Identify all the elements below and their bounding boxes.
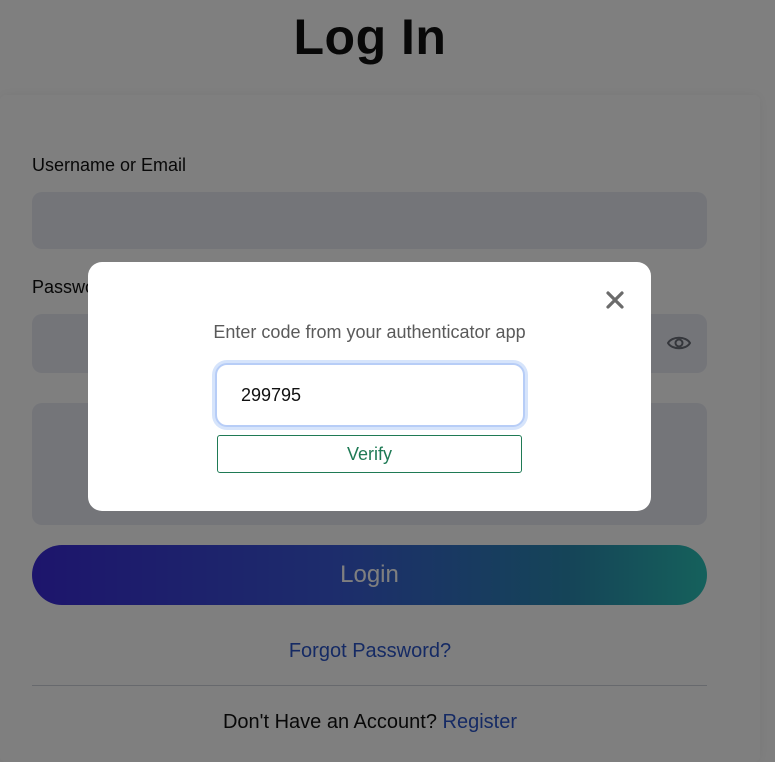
mfa-prompt: Enter code from your authenticator app xyxy=(213,322,526,342)
mfa-modal: Enter code from your authenticator app V… xyxy=(88,262,651,511)
close-button[interactable] xyxy=(603,288,627,312)
authenticator-code-input[interactable] xyxy=(215,363,525,427)
close-icon xyxy=(603,291,627,315)
verify-button[interactable]: Verify xyxy=(217,435,522,473)
